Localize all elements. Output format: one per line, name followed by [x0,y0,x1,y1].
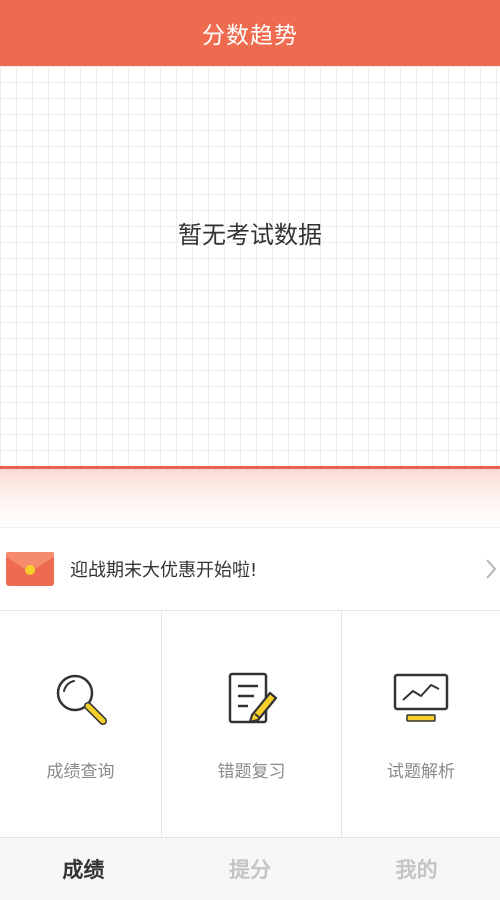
header-bar: 分数趋势 [0,0,500,66]
feature-question-analysis[interactable]: 试题解析 [342,611,500,837]
promo-banner[interactable]: 迎战期末大优惠开始啦! [0,527,500,611]
tab-improve[interactable]: 提分 [167,838,334,900]
magnifier-icon [56,674,107,725]
feature-label: 错题复习 [217,762,286,782]
feature-label: 成绩查询 [46,762,115,782]
feature-score-query[interactable]: 成绩查询 [0,611,162,837]
trend-fade [0,469,500,527]
feature-wrong-review[interactable]: 错题复习 [162,611,342,837]
feature-grid: 成绩查询 错题复习 试题解析 [0,611,500,837]
monitor-chart-icon [393,673,449,722]
chevron-right-icon [486,559,497,579]
page-title: 分数趋势 [202,23,298,49]
feature-label: 试题解析 [387,762,455,782]
tab-scores[interactable]: 成绩 [0,838,167,900]
promo-text: 迎战期末大优惠开始啦! [70,560,258,581]
bottom-tab-bar: 成绩 提分 我的 [0,837,500,900]
empty-state-message: 暂无考试数据 [178,220,322,249]
red-envelope-icon [6,552,54,586]
tab-mine[interactable]: 我的 [333,838,500,900]
score-trend-chart-area: 暂无考试数据 [0,66,500,468]
notepad-pencil-icon [228,672,277,724]
